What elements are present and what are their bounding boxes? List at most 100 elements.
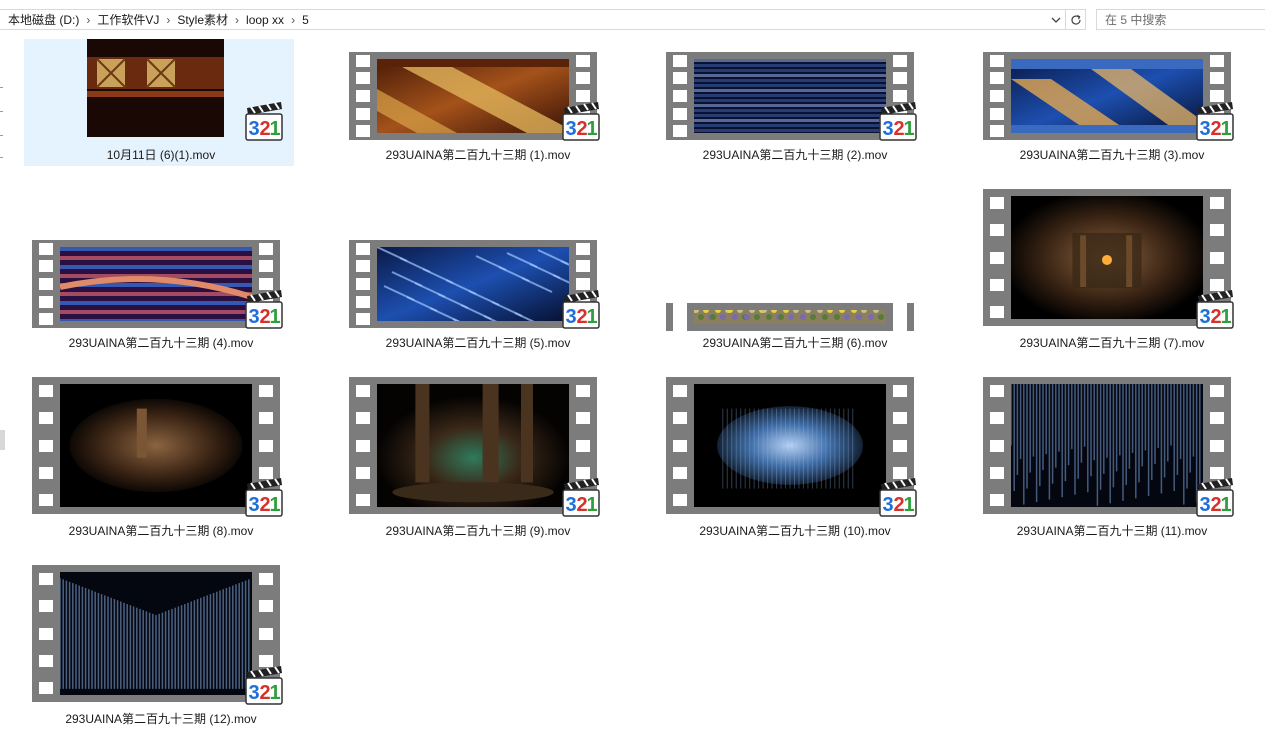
film-hole (356, 107, 370, 120)
breadcrumb-item[interactable]: 工作软件VJ (97, 11, 159, 28)
film-hole (990, 278, 1004, 291)
breadcrumb-item[interactable]: Style素材 (177, 11, 228, 28)
svg-text:3: 3 (248, 306, 259, 328)
chevron-down-icon[interactable] (1047, 10, 1065, 29)
breadcrumb-item[interactable]: 5 (302, 13, 309, 27)
film-hole (1210, 224, 1224, 237)
media-player-classic-321-icon: 3 2 1 (1192, 286, 1236, 330)
svg-text:3: 3 (248, 682, 259, 704)
film-hole (356, 466, 370, 479)
svg-text:3: 3 (248, 494, 259, 516)
svg-text:3: 3 (565, 494, 576, 516)
film-hole (1210, 251, 1224, 264)
svg-text:1: 1 (903, 494, 914, 516)
film-hole (990, 466, 1004, 479)
svg-text:3: 3 (882, 118, 893, 140)
film-hole (39, 494, 53, 507)
film-hole (1210, 54, 1224, 67)
refresh-button[interactable] (1066, 9, 1086, 30)
film-hole (39, 242, 53, 255)
film-hole (39, 412, 53, 425)
film-hole (990, 439, 1004, 452)
film-hole (1210, 72, 1224, 85)
svg-text:1: 1 (269, 118, 280, 140)
file-name: 293UAINA第二百九十三期 (4).mov (68, 336, 254, 350)
film-hole (673, 384, 687, 397)
search-input[interactable] (1096, 9, 1265, 30)
media-player-classic-321-icon: 3 2 1 (241, 662, 285, 706)
film-hole (39, 313, 53, 326)
chevron-right-icon[interactable]: › (166, 13, 170, 27)
film-hole (259, 412, 273, 425)
film-hole (576, 242, 590, 255)
media-player-classic-321-icon: 3 2 1 (875, 98, 919, 142)
film-hole (356, 412, 370, 425)
film-hole (356, 295, 370, 308)
svg-text:1: 1 (1220, 494, 1231, 516)
film-hole (1210, 439, 1224, 452)
video-thumbnail (87, 39, 224, 137)
film-hole (990, 54, 1004, 67)
svg-text:1: 1 (1220, 306, 1231, 328)
film-hole (576, 260, 590, 273)
refresh-icon (1070, 14, 1081, 25)
media-player-classic-321-icon: 3 2 1 (241, 98, 285, 142)
svg-text:3: 3 (565, 118, 576, 140)
svg-text:3: 3 (565, 306, 576, 328)
thumbnail-frame (377, 247, 569, 321)
svg-text:1: 1 (269, 682, 280, 704)
film-hole (259, 600, 273, 613)
film-hole (39, 278, 53, 290)
film-hole (990, 494, 1004, 507)
film-hole (990, 125, 1004, 138)
film-hole (990, 251, 1004, 264)
chevron-right-icon[interactable]: › (291, 13, 295, 27)
thumbnail-frame (60, 572, 252, 695)
film-hole (356, 313, 370, 326)
film-hole (673, 54, 687, 67)
file-name: 293UAINA第二百九十三期 (7).mov (1019, 336, 1205, 350)
film-hole (39, 627, 53, 640)
thumbnail-frame (1011, 384, 1203, 507)
thumbnail-frame (694, 59, 886, 133)
file-name: 293UAINA第二百九十三期 (9).mov (385, 524, 571, 538)
film-hole (259, 572, 273, 585)
film-hole (259, 384, 273, 397)
svg-text:3: 3 (1199, 306, 1210, 328)
film-hole (893, 384, 907, 397)
film-hole (576, 54, 590, 67)
media-player-classic-321-icon: 3 2 1 (1192, 474, 1236, 518)
film-hole (356, 278, 370, 290)
film-hole (39, 572, 53, 585)
chevron-right-icon[interactable]: › (235, 13, 239, 27)
film-hole (990, 412, 1004, 425)
film-hole (39, 682, 53, 695)
thumbnail-frame (60, 247, 252, 321)
film-hole (356, 90, 370, 102)
breadcrumb-item[interactable]: loop xx (246, 13, 284, 27)
media-player-classic-321-icon: 3 2 1 (558, 286, 602, 330)
chevron-right-icon[interactable]: › (86, 13, 90, 27)
file-name: 293UAINA第二百九十三期 (6).mov (702, 336, 888, 350)
media-player-classic-321-icon: 3 2 1 (875, 474, 919, 518)
file-name: 293UAINA第二百九十三期 (12).mov (65, 712, 257, 726)
scrollbar-thumb[interactable] (0, 430, 5, 450)
film-hole (893, 54, 907, 67)
film-hole (39, 439, 53, 452)
film-hole (259, 439, 273, 452)
film-hole (576, 412, 590, 425)
film-hole (893, 320, 907, 333)
file-name: 293UAINA第二百九十三期 (8).mov (68, 524, 254, 538)
film-hole (673, 107, 687, 120)
address-bar[interactable]: 本地磁盘 (D:) › 工作软件VJ › Style素材 › loop xx ›… (0, 9, 1066, 30)
media-player-classic-321-icon: 3 2 1 (241, 286, 285, 330)
film-hole (673, 90, 687, 102)
film-hole (990, 224, 1004, 237)
breadcrumb-item[interactable]: 本地磁盘 (D:) (8, 11, 79, 28)
film-hole (356, 242, 370, 255)
svg-text:3: 3 (248, 118, 259, 140)
film-hole (39, 654, 53, 667)
film-hole (39, 295, 53, 308)
film-hole (259, 627, 273, 640)
film-hole (893, 412, 907, 425)
